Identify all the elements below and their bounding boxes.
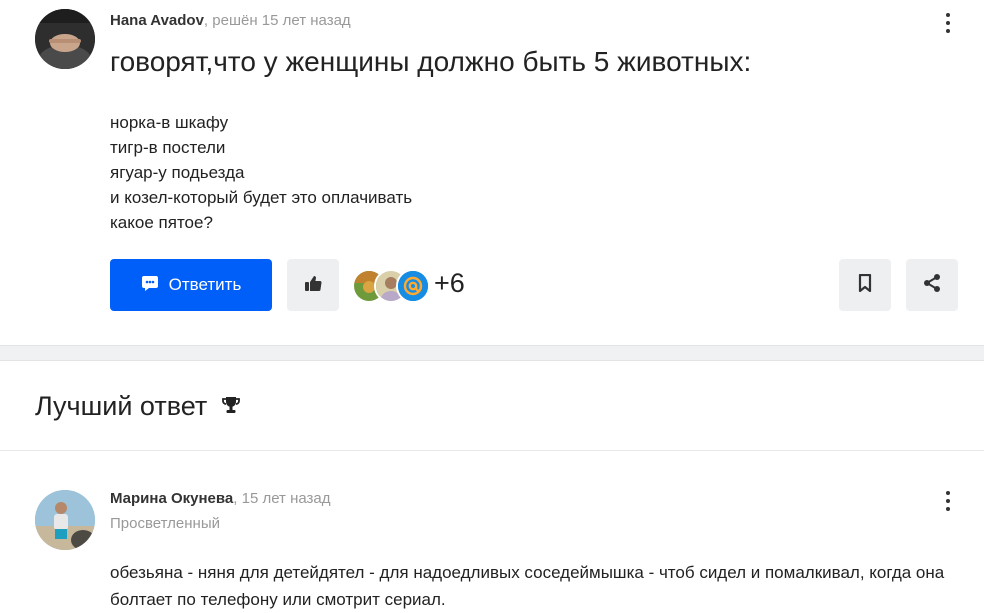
answer-text: обезьяна - няня для детейдятел - для над… bbox=[110, 563, 945, 609]
best-answer-header: Лучший ответ bbox=[0, 361, 984, 451]
share-icon bbox=[922, 273, 942, 298]
answer-author-line: Марина Окунева, 15 лет назад bbox=[110, 490, 331, 507]
mail-at-icon bbox=[396, 269, 430, 303]
answer-author-name[interactable]: Марина Окунева bbox=[110, 490, 233, 507]
question-body-line: норка-в шкафу bbox=[110, 113, 229, 132]
question-author-name[interactable]: Hana Avadov bbox=[110, 12, 204, 29]
answer-author-rank: Просветленный bbox=[110, 515, 220, 532]
question-title: говорят,что у женщины должно быть 5 живо… bbox=[110, 46, 752, 77]
question-body: норка-в шкафу тигр-в постели ягуар-у под… bbox=[110, 110, 412, 235]
like-button[interactable] bbox=[287, 259, 339, 311]
question-body-line: какое пятое? bbox=[110, 213, 213, 232]
question-status-time: , решён 15 лет назад bbox=[203, 12, 351, 29]
question-body-line: и козел-который будет это оплачивать bbox=[110, 188, 413, 207]
answer-button-label: Ответить bbox=[168, 275, 242, 294]
chat-icon bbox=[141, 274, 159, 297]
section-divider bbox=[0, 345, 984, 361]
answer-button[interactable]: Ответить bbox=[110, 259, 272, 311]
share-button[interactable] bbox=[906, 259, 958, 311]
bookmark-button[interactable] bbox=[839, 259, 891, 311]
best-answer-title: Лучший ответ bbox=[35, 391, 241, 422]
trophy-icon bbox=[221, 391, 241, 422]
question-author-avatar[interactable] bbox=[35, 9, 95, 69]
question-more-icon[interactable] bbox=[938, 11, 958, 35]
answer-more-icon[interactable] bbox=[938, 489, 958, 513]
question-body-line: ягуар-у подьезда bbox=[110, 163, 245, 182]
thumbs-up-icon bbox=[304, 274, 322, 297]
likers-avatars[interactable] bbox=[352, 267, 432, 303]
answer-time: , 15 лет назад bbox=[233, 490, 331, 507]
best-answer-title-text: Лучший ответ bbox=[35, 391, 208, 421]
question-author-line: Hana Avadov, решён 15 лет назад bbox=[110, 12, 351, 29]
bookmark-icon bbox=[857, 273, 873, 297]
answer-author-avatar[interactable] bbox=[35, 490, 95, 550]
likes-more-count[interactable]: +6 bbox=[434, 268, 465, 299]
question-block: Hana Avadov, решён 15 лет назад говорят,… bbox=[0, 0, 984, 345]
question-body-line: тигр-в постели bbox=[110, 138, 226, 157]
